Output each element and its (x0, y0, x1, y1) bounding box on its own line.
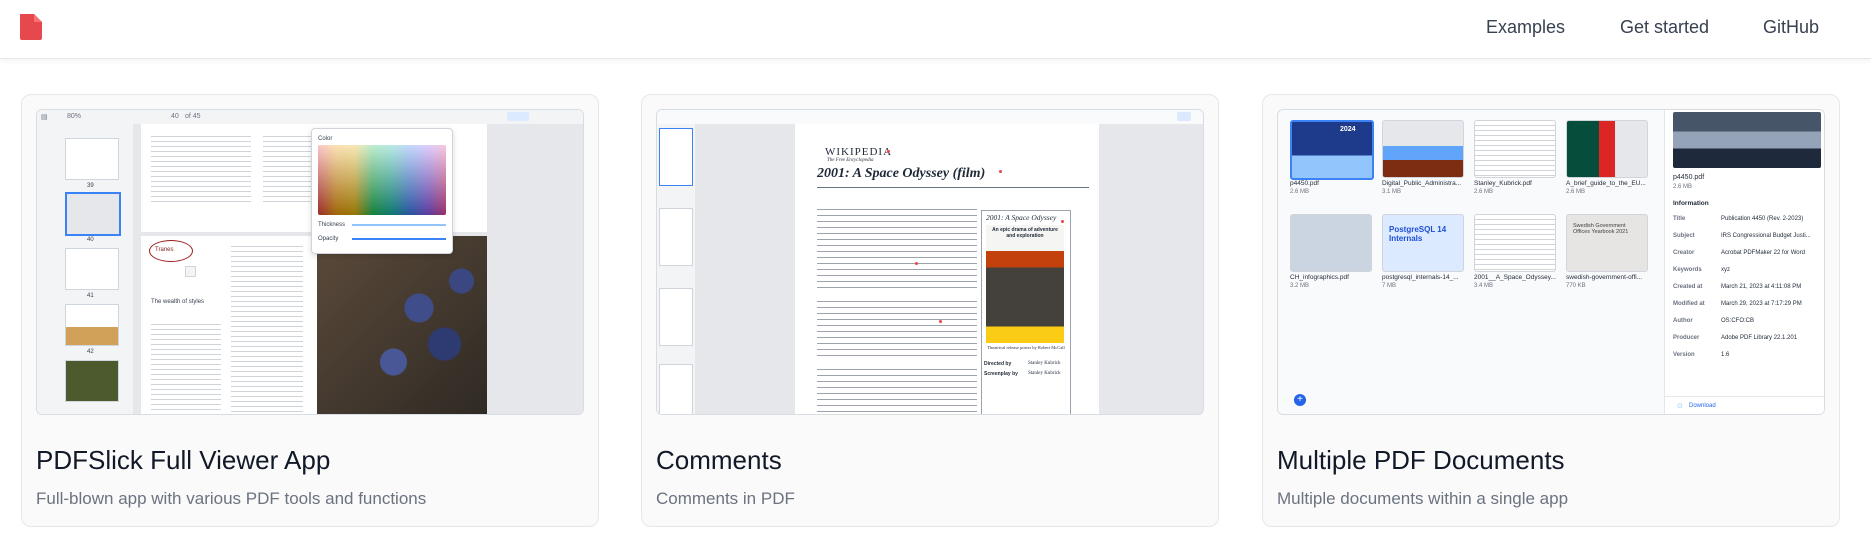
card-title: PDFSlick Full Viewer App (36, 445, 331, 475)
info-row: Version 1.6 (1673, 352, 1730, 358)
info-row: Subject IRS Congressional Budget Justi... (1673, 233, 1811, 239)
text-lines (151, 320, 221, 410)
text-lines (817, 296, 977, 356)
thumbnail-page (659, 364, 693, 414)
pdf-page-bottom: Tranes The wealth of styles (141, 236, 487, 414)
nav-link-github[interactable]: GitHub (1763, 0, 1819, 54)
text-lines (817, 364, 977, 414)
infobox: 2001: A Space Odyssey An epic drama of a… (981, 210, 1071, 414)
info-row: Created at March 21, 2023 at 4:11:08 PM (1673, 284, 1802, 290)
card-title: Comments (656, 445, 782, 475)
add-document-icon[interactable]: + (1294, 394, 1306, 406)
info-row: Modified at March 29, 2023 at 7:17:29 PM (1673, 301, 1802, 307)
file-tile[interactable] (1474, 214, 1556, 272)
viewer-canvas: Tranes The wealth of styles Color Thickn… (133, 124, 583, 414)
color-swatch-grid[interactable] (318, 145, 446, 215)
thumbnail-page (65, 138, 119, 180)
thumbnail-page (65, 360, 119, 402)
file-tile[interactable] (1382, 120, 1464, 178)
document-info-panel: p4450.pdf 2.6 MB Information Title Public… (1664, 110, 1824, 414)
text-lines (817, 204, 977, 290)
example-card-full-viewer[interactable]: ▤ 80% 40 of 45 39 40 41 42 Tranes The we… (21, 94, 599, 527)
thumbnail-page (659, 208, 693, 266)
comment-marker[interactable] (939, 320, 942, 323)
top-navbar: Examples Get started GitHub (0, 0, 1871, 59)
thumbnail-page-active (659, 128, 693, 186)
thumbnail-page-active (65, 192, 121, 236)
draw-tool-icon (507, 112, 529, 121)
info-row: Keywords xyz (1673, 267, 1730, 273)
comment-marker[interactable] (1061, 220, 1064, 223)
comment-tool-icon (1177, 112, 1191, 121)
card-title: Multiple PDF Documents (1277, 445, 1565, 475)
thumbnail-page (65, 248, 119, 290)
full-viewer-preview: ▤ 80% 40 of 45 39 40 41 42 Tranes The we… (36, 109, 584, 415)
file-tile[interactable] (1566, 120, 1648, 178)
info-row: Title Publication 4450 (Rev. 2-2023) (1673, 216, 1804, 222)
comments-preview: WIKIPEDIA The Free Encyclopedia 2001: A … (656, 109, 1204, 415)
thumbnail-page (65, 304, 119, 346)
delete-annotation-icon (185, 266, 196, 277)
info-row: Producer Adobe PDF Library 22.1.201 (1673, 335, 1798, 341)
pdf-page: WIKIPEDIA The Free Encyclopedia 2001: A … (795, 124, 1099, 414)
thumbnail-page (659, 288, 693, 346)
download-bar: ⊙ Download (1665, 396, 1824, 414)
comment-marker[interactable] (999, 170, 1002, 173)
card-description: Comments in PDF (656, 489, 795, 508)
thumbnail-sidebar (657, 124, 696, 414)
info-row: Author OS:CFO:CB (1673, 318, 1755, 324)
viewer-toolbar: ▤ 80% 40 of 45 (37, 110, 583, 125)
comment-marker[interactable] (915, 262, 918, 265)
card-description: Multiple documents within a single app (1277, 489, 1569, 508)
document-preview-image (1673, 112, 1821, 168)
file-tile-selected[interactable]: 2024 (1290, 120, 1374, 180)
nav-link-examples[interactable]: Examples (1486, 0, 1565, 54)
nav-link-get-started[interactable]: Get started (1620, 0, 1709, 54)
comment-marker[interactable] (887, 150, 890, 153)
file-tile[interactable] (1290, 214, 1372, 272)
color-picker-popover: Color Thickness Opacity (311, 128, 453, 254)
info-row: Creator Acrobat PDFMaker 22 for Word (1673, 250, 1805, 256)
example-card-multiple-documents[interactable]: 2024 p4450.pdf 2.6 MB Digital_Public_Adm… (1262, 94, 1840, 527)
sidebar-toggle-icon: ▤ (41, 114, 48, 121)
text-lines (231, 242, 303, 412)
grapes-image (317, 236, 487, 414)
file-tile[interactable]: PostgreSQL 14 Internals (1382, 214, 1464, 272)
card-description: Full-blown app with various PDF tools an… (36, 489, 427, 508)
pdfslick-logo-icon[interactable] (18, 12, 44, 42)
movie-poster-image (986, 225, 1064, 343)
title-rule (817, 187, 1089, 188)
file-tile[interactable]: Swedish Government Offices Yearbook 2021 (1566, 214, 1648, 272)
viewer-toolbar (657, 110, 1203, 125)
thumbnail-sidebar: 39 40 41 42 (37, 124, 134, 414)
thickness-slider[interactable] (352, 224, 446, 226)
file-tile[interactable] (1474, 120, 1556, 178)
opacity-slider[interactable] (352, 238, 446, 240)
text-lines (151, 132, 251, 202)
download-icon: ⊙ (1677, 403, 1683, 410)
multi-docs-preview: 2024 p4450.pdf 2.6 MB Digital_Public_Adm… (1277, 109, 1825, 415)
example-card-comments[interactable]: WIKIPEDIA The Free Encyclopedia 2001: A … (641, 94, 1219, 527)
download-button[interactable]: Download (1689, 403, 1716, 409)
